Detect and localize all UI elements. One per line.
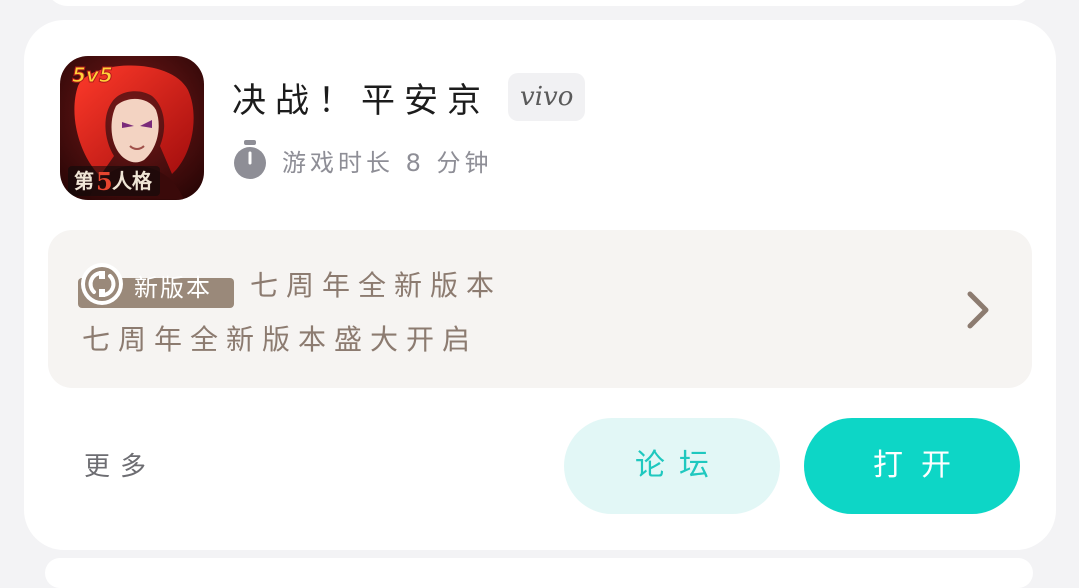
svg-text:第: 第 [74, 169, 94, 193]
more-link[interactable]: 更多 [84, 446, 156, 483]
refresh-circle-icon [80, 262, 124, 306]
forum-button[interactable]: 论坛 [564, 418, 780, 514]
news-subtitle: 七周年全新版本盛大开启 [82, 323, 479, 356]
title-row: 决战！平安京 vivo [232, 72, 586, 122]
game-app-icon[interactable]: 5v5 第 5 人格 [60, 56, 204, 200]
next-card [45, 558, 1033, 588]
playtime-row: 游戏时长 8 分钟 [232, 138, 493, 182]
game-card[interactable]: 5v5 第 5 人格 决战！平安京 vivo 游戏时长 8 分钟 新版本 七周年… [24, 20, 1056, 550]
game-title: 决战！平安京 [232, 80, 490, 121]
news-headline: 七周年全新版本 [250, 269, 503, 302]
playtime-text: 游戏时长 8 分钟 [282, 148, 493, 177]
stopwatch-icon [232, 140, 268, 180]
previous-card [45, 0, 1033, 6]
platform-badge: vivo [508, 73, 586, 121]
svg-text:5v5: 5v5 [72, 63, 113, 87]
svg-text:5: 5 [96, 167, 113, 196]
open-button[interactable]: 打开 [804, 418, 1020, 514]
chevron-right-icon[interactable] [964, 290, 992, 330]
news-tag-label: 新版本 [134, 274, 212, 302]
news-banner[interactable]: 新版本 七周年全新版本 七周年全新版本盛大开启 [48, 230, 1032, 388]
svg-text:人格: 人格 [112, 169, 153, 193]
